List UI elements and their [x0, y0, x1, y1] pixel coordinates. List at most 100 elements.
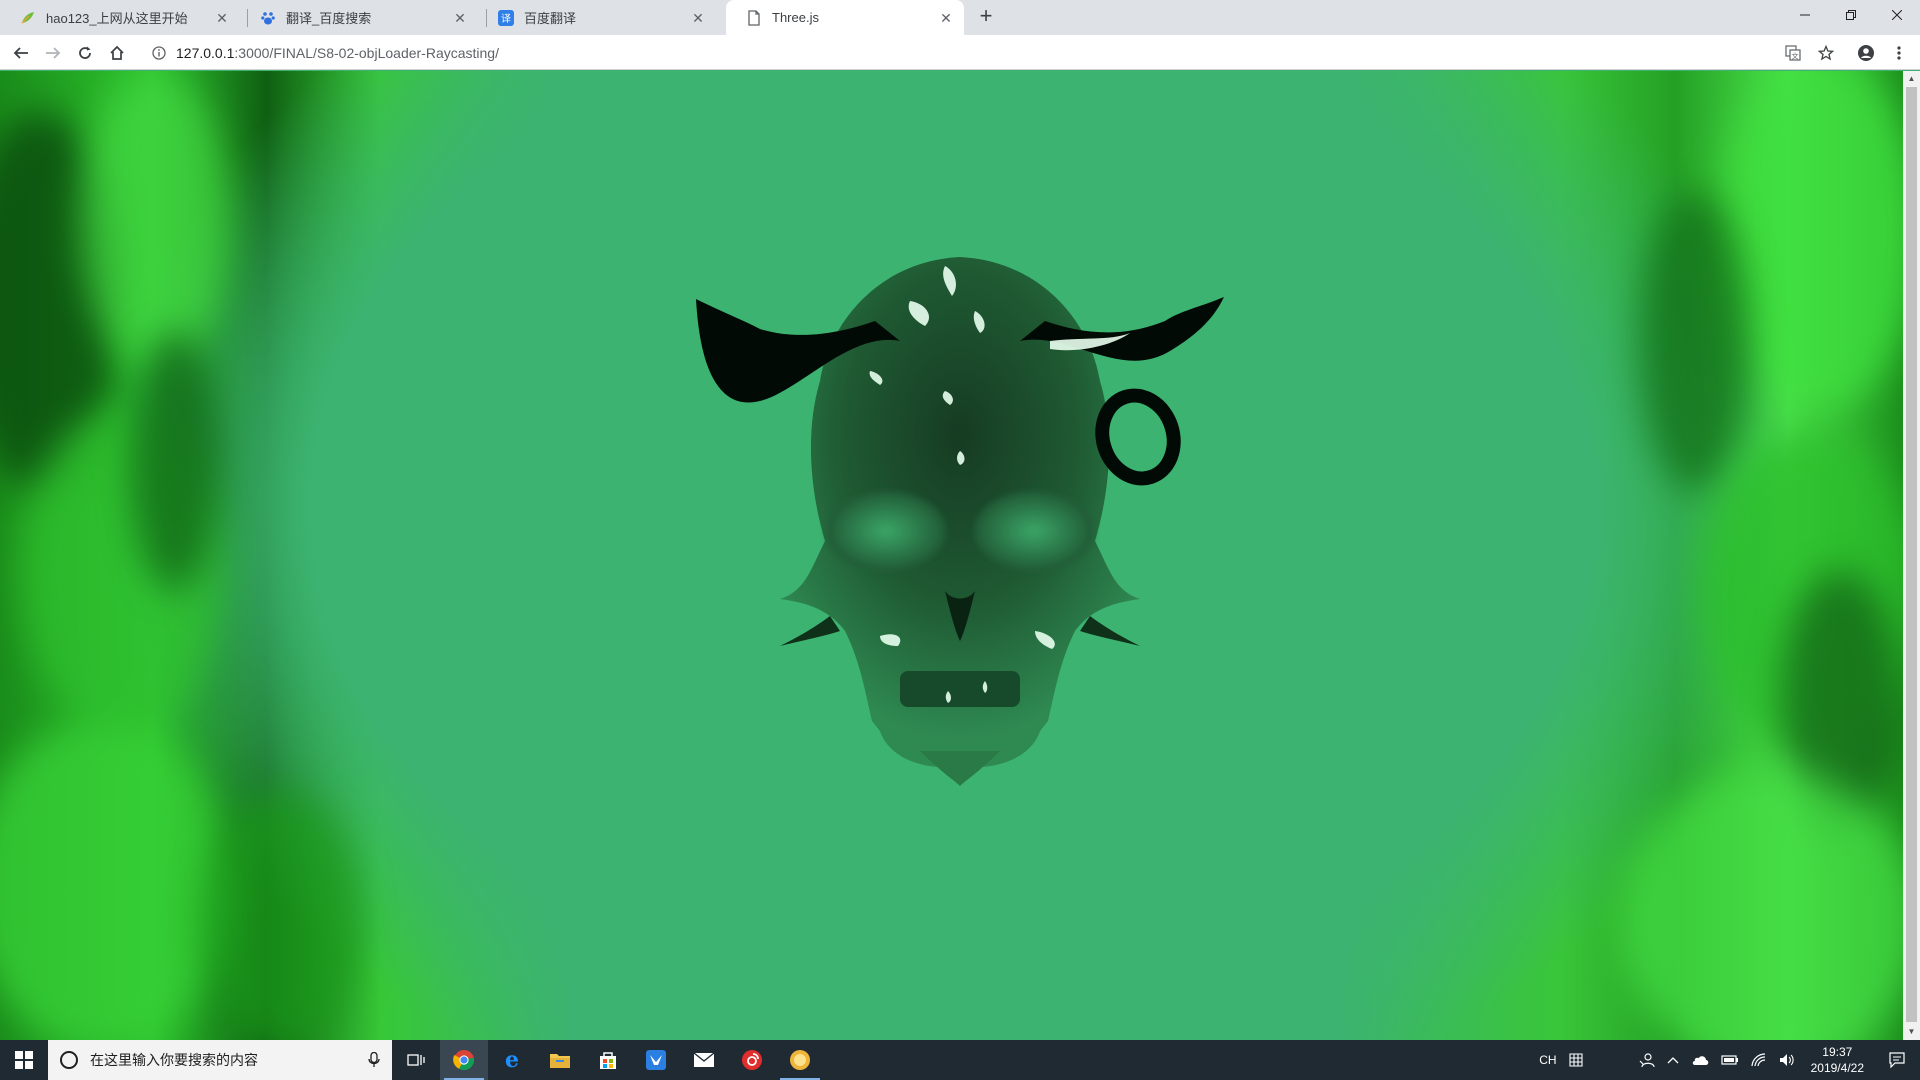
people-button[interactable] — [1633, 1040, 1661, 1080]
store-icon — [600, 1052, 616, 1069]
feishu-icon — [646, 1050, 666, 1070]
url-host: 127.0.0.1 — [176, 44, 235, 61]
mail-icon — [693, 1052, 715, 1067]
minimize-button[interactable] — [1782, 0, 1828, 30]
taskbar-edge[interactable]: e — [488, 1040, 536, 1080]
chevron-up-icon — [1667, 1057, 1679, 1064]
menu-button[interactable] — [1886, 40, 1912, 66]
edge-icon: e — [505, 1049, 519, 1071]
taskbar-netease-music[interactable] — [728, 1040, 776, 1080]
chrome-icon — [453, 1050, 475, 1071]
keyboard-grid-button[interactable] — [1563, 1040, 1589, 1080]
tab-close-icon[interactable]: ✕ — [452, 10, 468, 26]
translate-icon: 文 — [1785, 45, 1801, 61]
forward-button[interactable] — [40, 40, 66, 66]
document-icon — [746, 9, 762, 26]
scroll-down-icon[interactable]: ▼ — [1903, 1024, 1920, 1040]
restore-icon — [1846, 10, 1856, 20]
right-eye-socket — [974, 491, 1094, 571]
task-view-button[interactable] — [392, 1040, 440, 1080]
bookmark-button[interactable] — [1813, 40, 1839, 66]
file-explorer-icon — [550, 1054, 570, 1068]
taskbar-sun-app[interactable] — [776, 1040, 824, 1080]
svg-text:e: e — [505, 1049, 519, 1071]
volume-button[interactable] — [1773, 1040, 1801, 1080]
taskbar-feishu[interactable] — [632, 1040, 680, 1080]
scroll-thumb[interactable] — [1906, 87, 1917, 1022]
cloud-icon — [1692, 1056, 1708, 1065]
ime-indicator[interactable]: CH — [1533, 1040, 1562, 1080]
clock-date: 2019/4/22 — [1810, 1061, 1864, 1075]
back-button[interactable] — [8, 40, 34, 66]
windows-taskbar: 在这里输入你要搜索的内容 e CH 19:37 2019/4/22 — [0, 1040, 1920, 1080]
microphone-icon[interactable] — [368, 1052, 380, 1068]
chin — [920, 751, 1000, 786]
translate-button[interactable]: 文 — [1780, 40, 1806, 66]
action-center-button[interactable] — [1874, 1040, 1920, 1080]
home-button[interactable] — [104, 40, 130, 66]
hao123-leaf-icon — [20, 10, 36, 26]
taskbar-clock[interactable]: 19:37 2019/4/22 — [1801, 1044, 1874, 1076]
battery-icon — [1721, 1055, 1738, 1065]
profile-button[interactable] — [1853, 40, 1879, 66]
tab-title: 百度翻译 — [524, 11, 577, 26]
threejs-canvas[interactable] — [0, 71, 1903, 1040]
browser-toolbar: 127.0.0.1:3000/FINAL/S8-02-objLoader-Ray… — [0, 35, 1920, 70]
ime-label: CH — [1539, 1053, 1557, 1067]
taskbar-mail[interactable] — [680, 1040, 728, 1080]
people-icon — [1639, 1053, 1655, 1068]
wifi-icon — [1751, 1053, 1765, 1067]
tab-hao123[interactable]: hao123_上网从这里开始 ✕ — [0, 0, 240, 35]
sun-app-icon — [790, 1050, 810, 1070]
restore-button[interactable] — [1828, 0, 1874, 30]
scroll-up-icon[interactable]: ▲ — [1903, 71, 1920, 87]
skull-model[interactable] — [0, 71, 1903, 1040]
tab-baidu-search[interactable]: 翻译_百度搜索 ✕ — [240, 0, 478, 35]
svg-text:文: 文 — [1792, 52, 1799, 61]
speaker-icon — [1779, 1054, 1794, 1066]
windows-logo-icon — [15, 1051, 33, 1069]
taskbar-store[interactable] — [584, 1040, 632, 1080]
new-tab-button[interactable]: + — [974, 5, 998, 29]
close-window-button[interactable] — [1874, 0, 1920, 30]
start-button[interactable] — [0, 1040, 48, 1080]
tab-title: 翻译_百度搜索 — [286, 11, 372, 26]
left-cheek-spike — [780, 616, 840, 646]
svg-text:译: 译 — [501, 13, 511, 25]
info-icon[interactable] — [150, 44, 168, 62]
reload-button[interactable] — [72, 40, 98, 66]
tab-close-icon[interactable]: ✕ — [690, 10, 706, 26]
taskbar-search[interactable]: 在这里输入你要搜索的内容 — [48, 1040, 392, 1080]
tab-title: hao123_上网从这里开始 — [46, 11, 188, 26]
netease-music-icon — [742, 1050, 762, 1070]
battery-button[interactable] — [1715, 1040, 1745, 1080]
network-button[interactable] — [1745, 1040, 1773, 1080]
clock-time: 19:37 — [1822, 1045, 1853, 1059]
browser-tab-strip: hao123_上网从这里开始 ✕ 翻译_百度搜索 ✕ 译 百度翻译 ✕ Thre… — [0, 0, 1920, 35]
home-icon — [110, 45, 124, 60]
show-hidden-icons-button[interactable] — [1661, 1040, 1685, 1080]
tray-spacer — [1589, 1040, 1633, 1080]
address-bar[interactable]: 127.0.0.1:3000/FINAL/S8-02-objLoader-Ray… — [140, 38, 1780, 67]
star-icon — [1818, 45, 1834, 61]
tab-close-icon[interactable]: ✕ — [938, 10, 954, 26]
arrow-right-icon — [46, 47, 61, 59]
url-path: :3000/FINAL/S8-02-objLoader-Raycasting/ — [234, 44, 499, 61]
cortana-icon — [60, 1051, 78, 1069]
reload-icon — [79, 46, 91, 59]
baidu-paw-icon — [260, 10, 276, 26]
keyboard-grid-icon — [1569, 1053, 1583, 1067]
taskbar-file-explorer[interactable] — [536, 1040, 584, 1080]
left-eye-socket — [826, 491, 946, 571]
vertical-scrollbar[interactable]: ▲ ▼ — [1903, 71, 1920, 1040]
taskbar-chrome[interactable] — [440, 1040, 488, 1080]
tab-close-icon[interactable]: ✕ — [214, 10, 230, 26]
onedrive-button[interactable] — [1685, 1040, 1715, 1080]
teeth-row — [900, 671, 1020, 707]
tab-baidu-translate[interactable]: 译 百度翻译 ✕ — [478, 0, 716, 35]
minimize-icon — [1800, 14, 1810, 16]
tab-title: Three.js — [772, 10, 819, 25]
tab-threejs[interactable]: Three.js ✕ — [726, 0, 964, 35]
task-view-icon — [407, 1054, 425, 1066]
search-placeholder: 在这里输入你要搜索的内容 — [90, 1052, 258, 1068]
